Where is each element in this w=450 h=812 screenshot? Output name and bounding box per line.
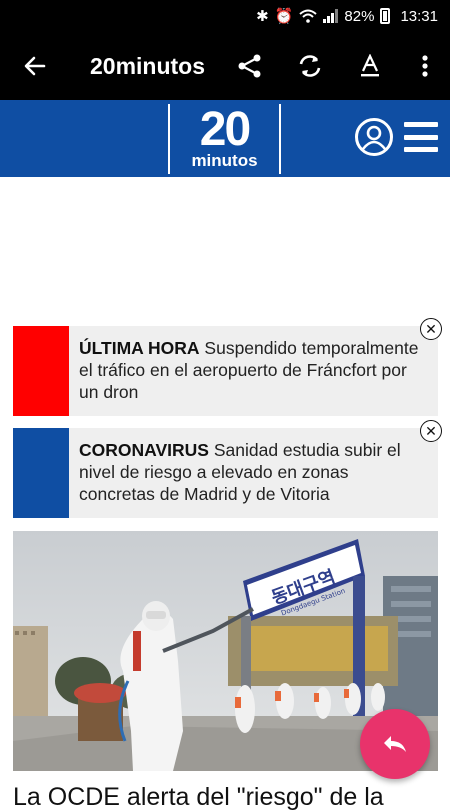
app-title: 20minutos	[90, 52, 206, 79]
more-vertical-icon	[422, 55, 428, 77]
text-size-button[interactable]	[340, 32, 400, 100]
more-options-button[interactable]	[400, 32, 450, 100]
status-bar: ✱ ⏰ 82% 13:31	[0, 0, 450, 32]
battery-icon	[380, 8, 391, 24]
user-icon	[361, 125, 387, 150]
signal-icon	[323, 9, 339, 23]
bluetooth-icon: ✱	[256, 8, 269, 25]
card-color-bar	[13, 326, 69, 416]
battery-percent: 82%	[344, 7, 375, 25]
close-button[interactable]: ✕	[420, 318, 442, 340]
app-bar: 20minutos	[0, 32, 450, 100]
clock: 13:31	[400, 7, 438, 25]
logo-number: 20	[199, 103, 251, 156]
undo-fab-button[interactable]	[360, 709, 430, 779]
close-icon: ✕	[425, 423, 437, 439]
card-color-bar	[13, 428, 69, 518]
share-icon	[238, 54, 261, 78]
site-logo[interactable]: 20 minutos	[168, 104, 281, 174]
menu-icon	[404, 122, 438, 127]
arrow-left-icon	[24, 56, 46, 76]
card-label: ÚLTIMA HORA	[79, 338, 200, 358]
alarm-icon: ⏰	[274, 8, 294, 25]
site-header: 20 minutos	[0, 100, 450, 177]
text-size-icon	[361, 54, 379, 77]
undo-icon	[384, 736, 406, 752]
card-label: CORONAVIRUS	[79, 440, 209, 460]
close-button[interactable]: ✕	[420, 420, 442, 442]
close-icon: ✕	[425, 321, 437, 337]
breaking-news-card[interactable]: ÚLTIMA HORA Suspendido temporalmente el …	[13, 318, 442, 416]
menu-button[interactable]	[404, 122, 438, 152]
article-headline[interactable]: La OCDE alerta del "riesgo" de la	[13, 782, 438, 812]
share-button[interactable]	[220, 32, 280, 100]
wifi-icon	[299, 9, 318, 23]
coronavirus-news-card[interactable]: CORONAVIRUS Sanidad estudia subir el niv…	[13, 420, 442, 518]
back-button[interactable]	[0, 32, 70, 100]
refresh-icon	[299, 55, 321, 77]
logo-word: minutos	[191, 151, 258, 170]
user-account-button[interactable]	[355, 118, 393, 156]
refresh-button[interactable]	[280, 32, 340, 100]
